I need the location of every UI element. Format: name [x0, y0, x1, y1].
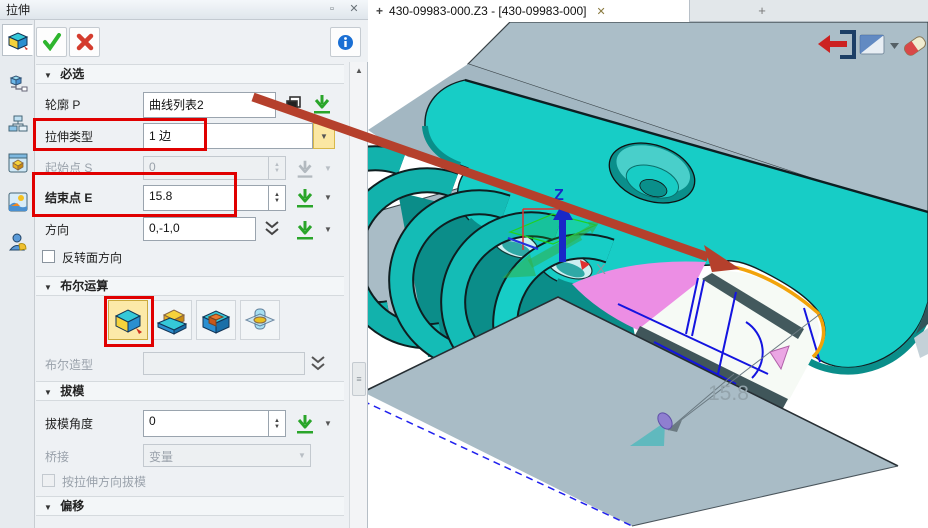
scrollbar-thumb[interactable]: ≡ — [352, 362, 366, 396]
section-required[interactable]: ▼ 必选 — [36, 64, 344, 84]
draft-angle-input[interactable]: 0 — [143, 410, 269, 437]
tab-close-icon[interactable]: ✕ — [597, 5, 606, 18]
extrude-icon — [6, 29, 30, 51]
new-tab-button[interactable]: + — [753, 2, 771, 20]
pick-end-point-icon[interactable] — [293, 186, 317, 210]
info-icon — [337, 34, 354, 51]
dialog-scrollbar[interactable]: ▲ ≡ — [349, 62, 367, 528]
extrude-dialog: 拉伸 ▫ ✕ — [0, 0, 368, 528]
sidebar-item-extrude[interactable] — [2, 24, 33, 56]
hierarchy-icon — [7, 113, 29, 135]
boolean-add-button[interactable] — [152, 300, 192, 340]
document-tabbar: + 430-09983-000.Z3 - [430-09983-000] ✕ + — [368, 0, 928, 22]
tab-title: 430-09983-000.Z3 - [430-09983-000] — [389, 4, 586, 18]
dialog-close-icon[interactable]: ✕ — [346, 3, 362, 17]
collapse-triangle-icon: ▼ — [44, 388, 52, 397]
collapse-triangle-icon: ▼ — [44, 503, 52, 512]
chevron-down-icon: ▼ — [320, 132, 328, 141]
cube-tree-icon — [7, 73, 29, 95]
boolean-shape-label: 布尔造型 — [45, 356, 141, 373]
start-point-stepper: ▲▼ — [269, 156, 286, 180]
section-boolean[interactable]: ▼ 布尔运算 — [36, 276, 344, 296]
info-button[interactable] — [330, 27, 361, 57]
boolean-add-icon — [156, 305, 188, 335]
draft-along-checkbox — [42, 474, 55, 487]
highlight-box-extrude-type — [33, 118, 207, 151]
draft-angle-stepper[interactable]: ▲▼ — [269, 410, 286, 437]
section-offset[interactable]: ▼ 偏移 — [36, 496, 344, 516]
scroll-up-icon[interactable]: ▲ — [352, 64, 366, 78]
double-chevron-icon[interactable] — [308, 354, 328, 374]
dialog-toolbar — [36, 20, 368, 62]
draft-along-label: 按拉伸方向拔模 — [62, 473, 146, 490]
boolean-intersect-button[interactable] — [240, 300, 280, 340]
highlight-box-end-point — [32, 172, 237, 217]
document-tab[interactable]: + 430-09983-000.Z3 - [430-09983-000] ✕ — [368, 0, 690, 22]
sidebar-item-history[interactable] — [2, 108, 33, 140]
triad-z-axis[interactable] — [559, 218, 566, 262]
axis-x-label: X — [596, 261, 606, 278]
end-point-stepper[interactable]: ▲▼ — [269, 185, 286, 211]
boolean-shape-input — [143, 352, 305, 375]
scene-3d: 15.8 Z X — [368, 22, 928, 528]
profile-label: 轮廓 P — [45, 96, 141, 113]
check-icon — [42, 33, 62, 51]
chevron-down-icon[interactable]: ▼ — [324, 419, 332, 428]
draft-angle-label: 拔模角度 — [45, 415, 141, 432]
pick-disabled-icon — [294, 158, 316, 180]
pick-from-screen-icon[interactable] — [310, 92, 334, 116]
extrude-type-dropdown-button[interactable]: ▼ — [313, 123, 335, 149]
pick-draft-icon[interactable] — [293, 412, 317, 436]
close-x-icon — [76, 33, 94, 51]
ok-button[interactable] — [36, 27, 67, 57]
chevron-down-icon[interactable]: ▼ — [324, 193, 332, 202]
chevron-down-icon: ▼ — [324, 164, 332, 173]
flip-face-label: 反转面方向 — [62, 249, 122, 266]
boolean-intersect-icon — [244, 305, 276, 335]
boolean-remove-button[interactable] — [196, 300, 236, 340]
sidebar-item-solid[interactable] — [2, 147, 33, 179]
profile-input[interactable]: 曲线列表2 — [143, 92, 276, 118]
viewport-3d[interactable]: 15.8 Z X — [368, 22, 928, 528]
dimension-value: 15.8 — [708, 382, 749, 405]
image-scene-icon — [7, 191, 29, 213]
axis-z-label: Z — [554, 187, 564, 204]
app-window: 拉伸 ▫ ✕ — [0, 0, 928, 528]
dialog-titlebar[interactable]: 拉伸 ▫ ✕ — [0, 0, 368, 20]
chevron-down-icon[interactable]: ▼ — [324, 225, 332, 234]
flip-face-checkbox[interactable] — [42, 250, 55, 263]
sidebar-item-render[interactable] — [2, 186, 33, 218]
direction-input[interactable]: 0,-1,0 — [143, 217, 256, 241]
dock-icon[interactable]: ▫ — [324, 3, 340, 17]
person-icon — [7, 231, 29, 253]
collapse-triangle-icon: ▼ — [44, 71, 52, 80]
dialog-sidebar — [0, 20, 35, 528]
boolean-remove-icon — [200, 305, 232, 335]
bridge-select: 变量 — [143, 444, 311, 467]
dialog-title: 拉伸 — [6, 1, 318, 18]
tab-expand-icon[interactable]: + — [376, 4, 383, 18]
sidebar-item-user[interactable] — [2, 226, 33, 258]
sidebar-item-datum[interactable] — [2, 68, 33, 100]
bridge-label: 桥接 — [45, 448, 141, 465]
cancel-button[interactable] — [69, 27, 100, 57]
chevron-down-icon: ▼ — [298, 451, 306, 460]
section-draft[interactable]: ▼ 拔模 — [36, 381, 344, 401]
direction-label: 方向 — [45, 221, 141, 238]
highlight-box-boolean-base — [104, 296, 154, 347]
collapse-triangle-icon: ▼ — [44, 283, 52, 292]
pick-direction-icon[interactable] — [293, 218, 317, 242]
copy-icon[interactable] — [285, 95, 303, 113]
cube-window-icon — [7, 152, 29, 174]
double-chevron-icon[interactable] — [262, 219, 282, 239]
boolean-button-row — [36, 300, 344, 346]
